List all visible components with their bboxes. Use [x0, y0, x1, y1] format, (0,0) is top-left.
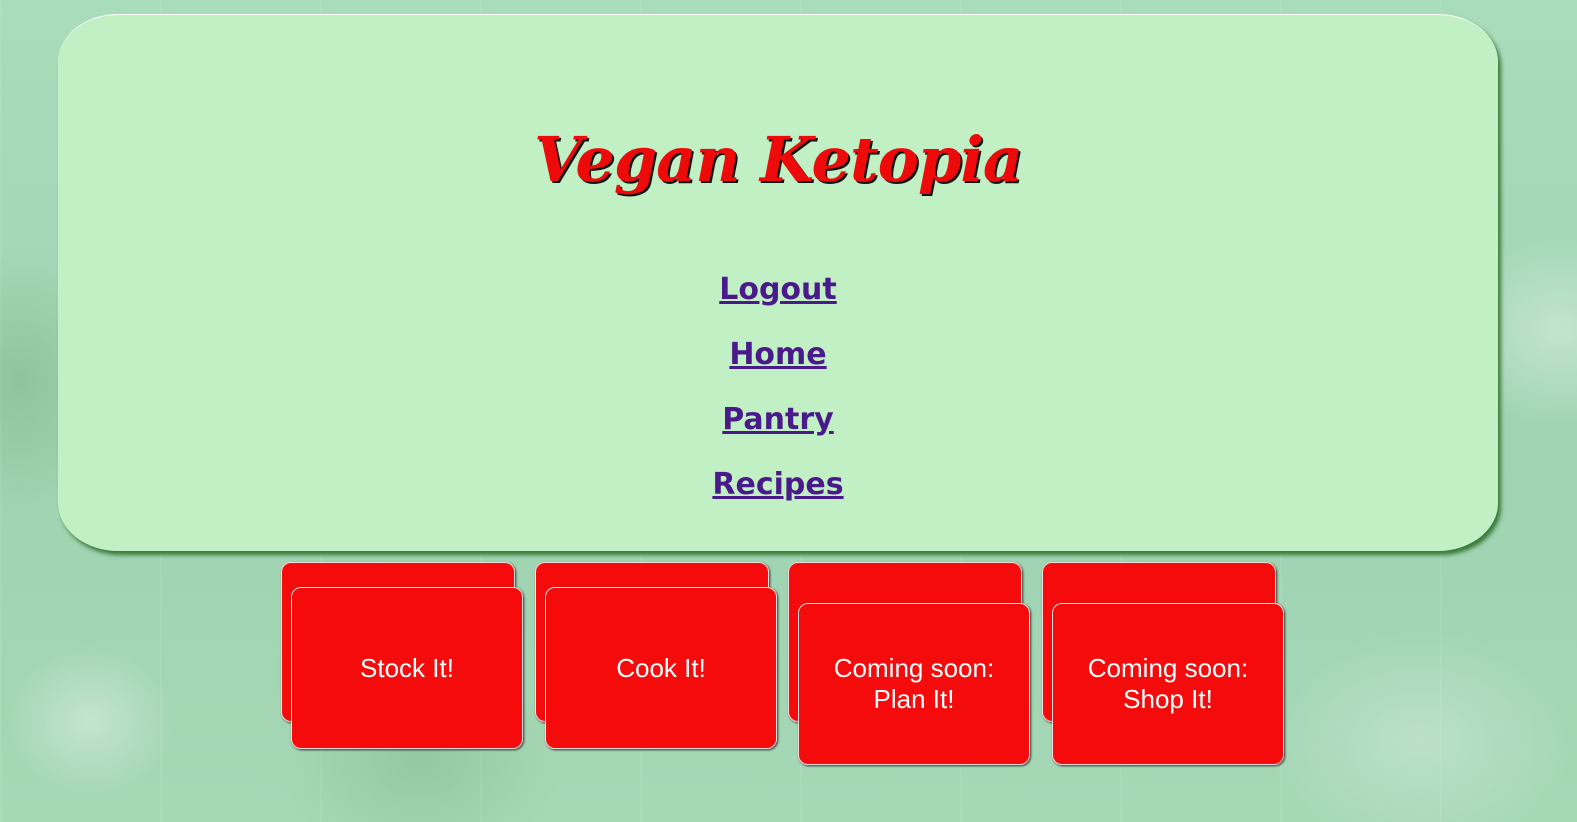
- stock-it-button[interactable]: Stock It!: [291, 587, 523, 749]
- stock-it-card[interactable]: Stock It!: [281, 562, 525, 772]
- cook-it-button[interactable]: Cook It!: [545, 587, 777, 749]
- shop-it-button[interactable]: Coming soon: Shop It!: [1052, 603, 1284, 765]
- nav-link-home[interactable]: Home: [678, 330, 878, 395]
- cook-it-card[interactable]: Cook It!: [535, 562, 779, 772]
- nav-link-recipes[interactable]: Recipes: [678, 460, 878, 525]
- main-nav: Logout Home Pantry Recipes: [58, 265, 1498, 525]
- shop-it-card[interactable]: Coming soon: Shop It!: [1042, 562, 1286, 772]
- nav-link-logout[interactable]: Logout: [678, 265, 878, 330]
- plan-it-card[interactable]: Coming soon: Plan It!: [788, 562, 1032, 772]
- plan-it-button[interactable]: Coming soon: Plan It!: [798, 603, 1030, 765]
- site-title: Vegan Ketopia: [533, 123, 1023, 196]
- header-panel: Vegan Ketopia Logout Home Pantry Recipes: [58, 14, 1498, 551]
- nav-link-pantry[interactable]: Pantry: [678, 395, 878, 460]
